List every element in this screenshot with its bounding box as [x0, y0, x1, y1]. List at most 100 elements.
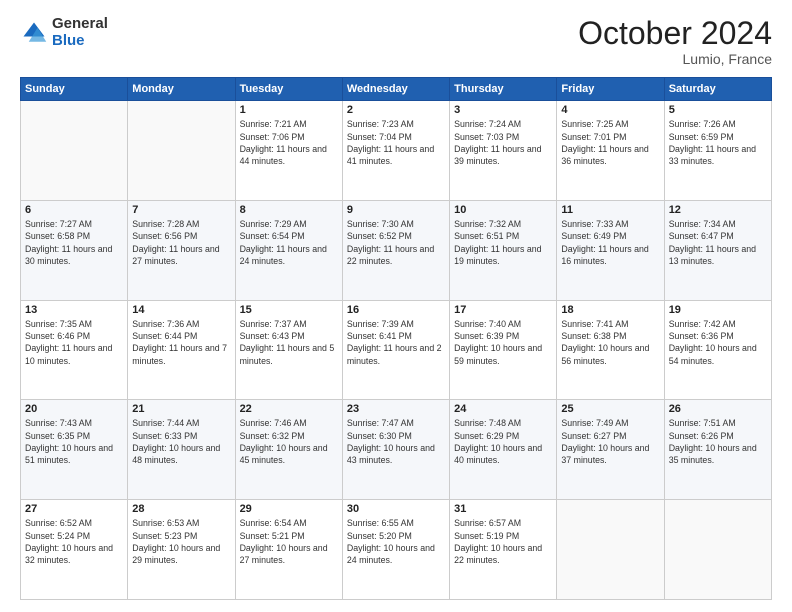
day-number: 28: [132, 503, 230, 515]
table-row: [557, 500, 664, 600]
day-info: Sunrise: 7:41 AM Sunset: 6:38 PM Dayligh…: [561, 318, 659, 367]
table-row: 5Sunrise: 7:26 AM Sunset: 6:59 PM Daylig…: [664, 101, 771, 201]
day-info: Sunrise: 7:27 AM Sunset: 6:58 PM Dayligh…: [25, 218, 123, 267]
day-info: Sunrise: 6:57 AM Sunset: 5:19 PM Dayligh…: [454, 517, 552, 566]
day-number: 20: [25, 403, 123, 415]
table-row: 21Sunrise: 7:44 AM Sunset: 6:33 PM Dayli…: [128, 400, 235, 500]
table-row: 1 Sunrise: 7:21 AM Sunset: 7:06 PM Daylig…: [235, 101, 342, 201]
table-row: 12Sunrise: 7:34 AM Sunset: 6:47 PM Dayli…: [664, 200, 771, 300]
col-wednesday: Wednesday: [342, 78, 449, 101]
day-number: 21: [132, 403, 230, 415]
location: Lumio, France: [578, 51, 772, 67]
day-number: 31: [454, 503, 552, 515]
day-info: Sunrise: 7:37 AM Sunset: 6:43 PM Dayligh…: [240, 318, 338, 367]
col-monday: Monday: [128, 78, 235, 101]
table-row: 6 Sunrise: 7:27 AM Sunset: 6:58 PM Daylig…: [21, 200, 128, 300]
day-number: 25: [561, 403, 659, 415]
day-number: 10: [454, 204, 552, 216]
table-row: 19 Sunrise: 7:42 AM Sunset: 6:36 PM Dayli…: [664, 300, 771, 400]
month-title: October 2024: [578, 16, 772, 51]
calendar-week-row: 27 Sunrise: 6:52 AM Sunset: 5:24 PM Dayli…: [21, 500, 772, 600]
day-number: 7: [132, 204, 230, 216]
day-info: Sunrise: 7:33 AM Sunset: 6:49 PM Dayligh…: [561, 218, 659, 267]
day-info: Sunrise: 7:46 AM Sunset: 6:32 PM Dayligh…: [240, 417, 338, 466]
day-number: 29: [240, 503, 338, 515]
table-row: 3 Sunrise: 7:24 AM Sunset: 7:03 PM Daylig…: [450, 101, 557, 201]
day-number: 19: [669, 304, 767, 316]
day-number: 27: [25, 503, 123, 515]
table-row: [664, 500, 771, 600]
day-info: Sunrise: 7:21 AM Sunset: 7:06 PM Dayligh…: [240, 118, 338, 167]
logo: General Blue: [20, 16, 108, 49]
day-info: Sunrise: 7:36 AM Sunset: 6:44 PM Dayligh…: [132, 318, 230, 367]
calendar-week-row: 13 Sunrise: 7:35 AM Sunset: 6:46 PM Dayli…: [21, 300, 772, 400]
table-row: 8Sunrise: 7:29 AM Sunset: 6:54 PM Daylig…: [235, 200, 342, 300]
day-info: Sunrise: 6:55 AM Sunset: 5:20 PM Dayligh…: [347, 517, 445, 566]
day-info: Sunrise: 7:24 AM Sunset: 7:03 PM Dayligh…: [454, 118, 552, 167]
calendar-week-row: 6 Sunrise: 7:27 AM Sunset: 6:58 PM Daylig…: [21, 200, 772, 300]
day-info: Sunrise: 7:48 AM Sunset: 6:29 PM Dayligh…: [454, 417, 552, 466]
day-number: 9: [347, 204, 445, 216]
col-sunday: Sunday: [21, 78, 128, 101]
table-row: 30 Sunrise: 6:55 AM Sunset: 5:20 PM Dayli…: [342, 500, 449, 600]
table-row: 7Sunrise: 7:28 AM Sunset: 6:56 PM Daylig…: [128, 200, 235, 300]
logo-icon: [20, 19, 48, 47]
table-row: 10 Sunrise: 7:32 AM Sunset: 6:51 PM Dayli…: [450, 200, 557, 300]
title-block: October 2024 Lumio, France: [578, 16, 772, 67]
table-row: 22 Sunrise: 7:46 AM Sunset: 6:32 PM Dayli…: [235, 400, 342, 500]
day-info: Sunrise: 7:30 AM Sunset: 6:52 PM Dayligh…: [347, 218, 445, 267]
table-row: 14 Sunrise: 7:36 AM Sunset: 6:44 PM Dayli…: [128, 300, 235, 400]
day-info: Sunrise: 7:23 AM Sunset: 7:04 PM Dayligh…: [347, 118, 445, 167]
table-row: 4Sunrise: 7:25 AM Sunset: 7:01 PM Daylig…: [557, 101, 664, 201]
day-info: Sunrise: 7:39 AM Sunset: 6:41 PM Dayligh…: [347, 318, 445, 367]
calendar-table: Sunday Monday Tuesday Wednesday Thursday…: [20, 77, 772, 600]
day-info: Sunrise: 7:49 AM Sunset: 6:27 PM Dayligh…: [561, 417, 659, 466]
day-info: Sunrise: 7:32 AM Sunset: 6:51 PM Dayligh…: [454, 218, 552, 267]
day-number: 13: [25, 304, 123, 316]
day-info: Sunrise: 6:53 AM Sunset: 5:23 PM Dayligh…: [132, 517, 230, 566]
col-tuesday: Tuesday: [235, 78, 342, 101]
day-info: Sunrise: 7:47 AM Sunset: 6:30 PM Dayligh…: [347, 417, 445, 466]
day-info: Sunrise: 7:25 AM Sunset: 7:01 PM Dayligh…: [561, 118, 659, 167]
day-info: Sunrise: 6:52 AM Sunset: 5:24 PM Dayligh…: [25, 517, 123, 566]
day-number: 6: [25, 204, 123, 216]
calendar-page: General Blue October 2024 Lumio, France …: [0, 0, 792, 612]
table-row: 26Sunrise: 7:51 AM Sunset: 6:26 PM Dayli…: [664, 400, 771, 500]
table-row: 15Sunrise: 7:37 AM Sunset: 6:43 PM Dayli…: [235, 300, 342, 400]
calendar-header-row: Sunday Monday Tuesday Wednesday Thursday…: [21, 78, 772, 101]
table-row: 13 Sunrise: 7:35 AM Sunset: 6:46 PM Dayli…: [21, 300, 128, 400]
day-number: 11: [561, 204, 659, 216]
day-info: Sunrise: 7:42 AM Sunset: 6:36 PM Dayligh…: [669, 318, 767, 367]
table-row: 16Sunrise: 7:39 AM Sunset: 6:41 PM Dayli…: [342, 300, 449, 400]
day-number: 14: [132, 304, 230, 316]
day-info: Sunrise: 7:35 AM Sunset: 6:46 PM Dayligh…: [25, 318, 123, 367]
day-info: Sunrise: 6:54 AM Sunset: 5:21 PM Dayligh…: [240, 517, 338, 566]
day-number: 2: [347, 104, 445, 116]
logo-general-text: General: [52, 16, 108, 33]
table-row: [128, 101, 235, 201]
day-number: 23: [347, 403, 445, 415]
table-row: 27 Sunrise: 6:52 AM Sunset: 5:24 PM Dayli…: [21, 500, 128, 600]
table-row: 24 Sunrise: 7:48 AM Sunset: 6:29 PM Dayli…: [450, 400, 557, 500]
table-row: 20Sunrise: 7:43 AM Sunset: 6:35 PM Dayli…: [21, 400, 128, 500]
day-info: Sunrise: 7:40 AM Sunset: 6:39 PM Dayligh…: [454, 318, 552, 367]
day-info: Sunrise: 7:26 AM Sunset: 6:59 PM Dayligh…: [669, 118, 767, 167]
calendar-week-row: 1 Sunrise: 7:21 AM Sunset: 7:06 PM Daylig…: [21, 101, 772, 201]
col-saturday: Saturday: [664, 78, 771, 101]
day-number: 1: [240, 104, 338, 116]
table-row: [21, 101, 128, 201]
day-number: 24: [454, 403, 552, 415]
day-info: Sunrise: 7:51 AM Sunset: 6:26 PM Dayligh…: [669, 417, 767, 466]
day-number: 8: [240, 204, 338, 216]
day-number: 17: [454, 304, 552, 316]
table-row: 18Sunrise: 7:41 AM Sunset: 6:38 PM Dayli…: [557, 300, 664, 400]
day-number: 22: [240, 403, 338, 415]
table-row: 29 Sunrise: 6:54 AM Sunset: 5:21 PM Dayli…: [235, 500, 342, 600]
day-number: 30: [347, 503, 445, 515]
logo-blue-text: Blue: [52, 33, 108, 50]
table-row: 2 Sunrise: 7:23 AM Sunset: 7:04 PM Daylig…: [342, 101, 449, 201]
table-row: 17 Sunrise: 7:40 AM Sunset: 6:39 PM Dayli…: [450, 300, 557, 400]
header: General Blue October 2024 Lumio, France: [20, 16, 772, 67]
day-number: 3: [454, 104, 552, 116]
table-row: 25 Sunrise: 7:49 AM Sunset: 6:27 PM Dayli…: [557, 400, 664, 500]
